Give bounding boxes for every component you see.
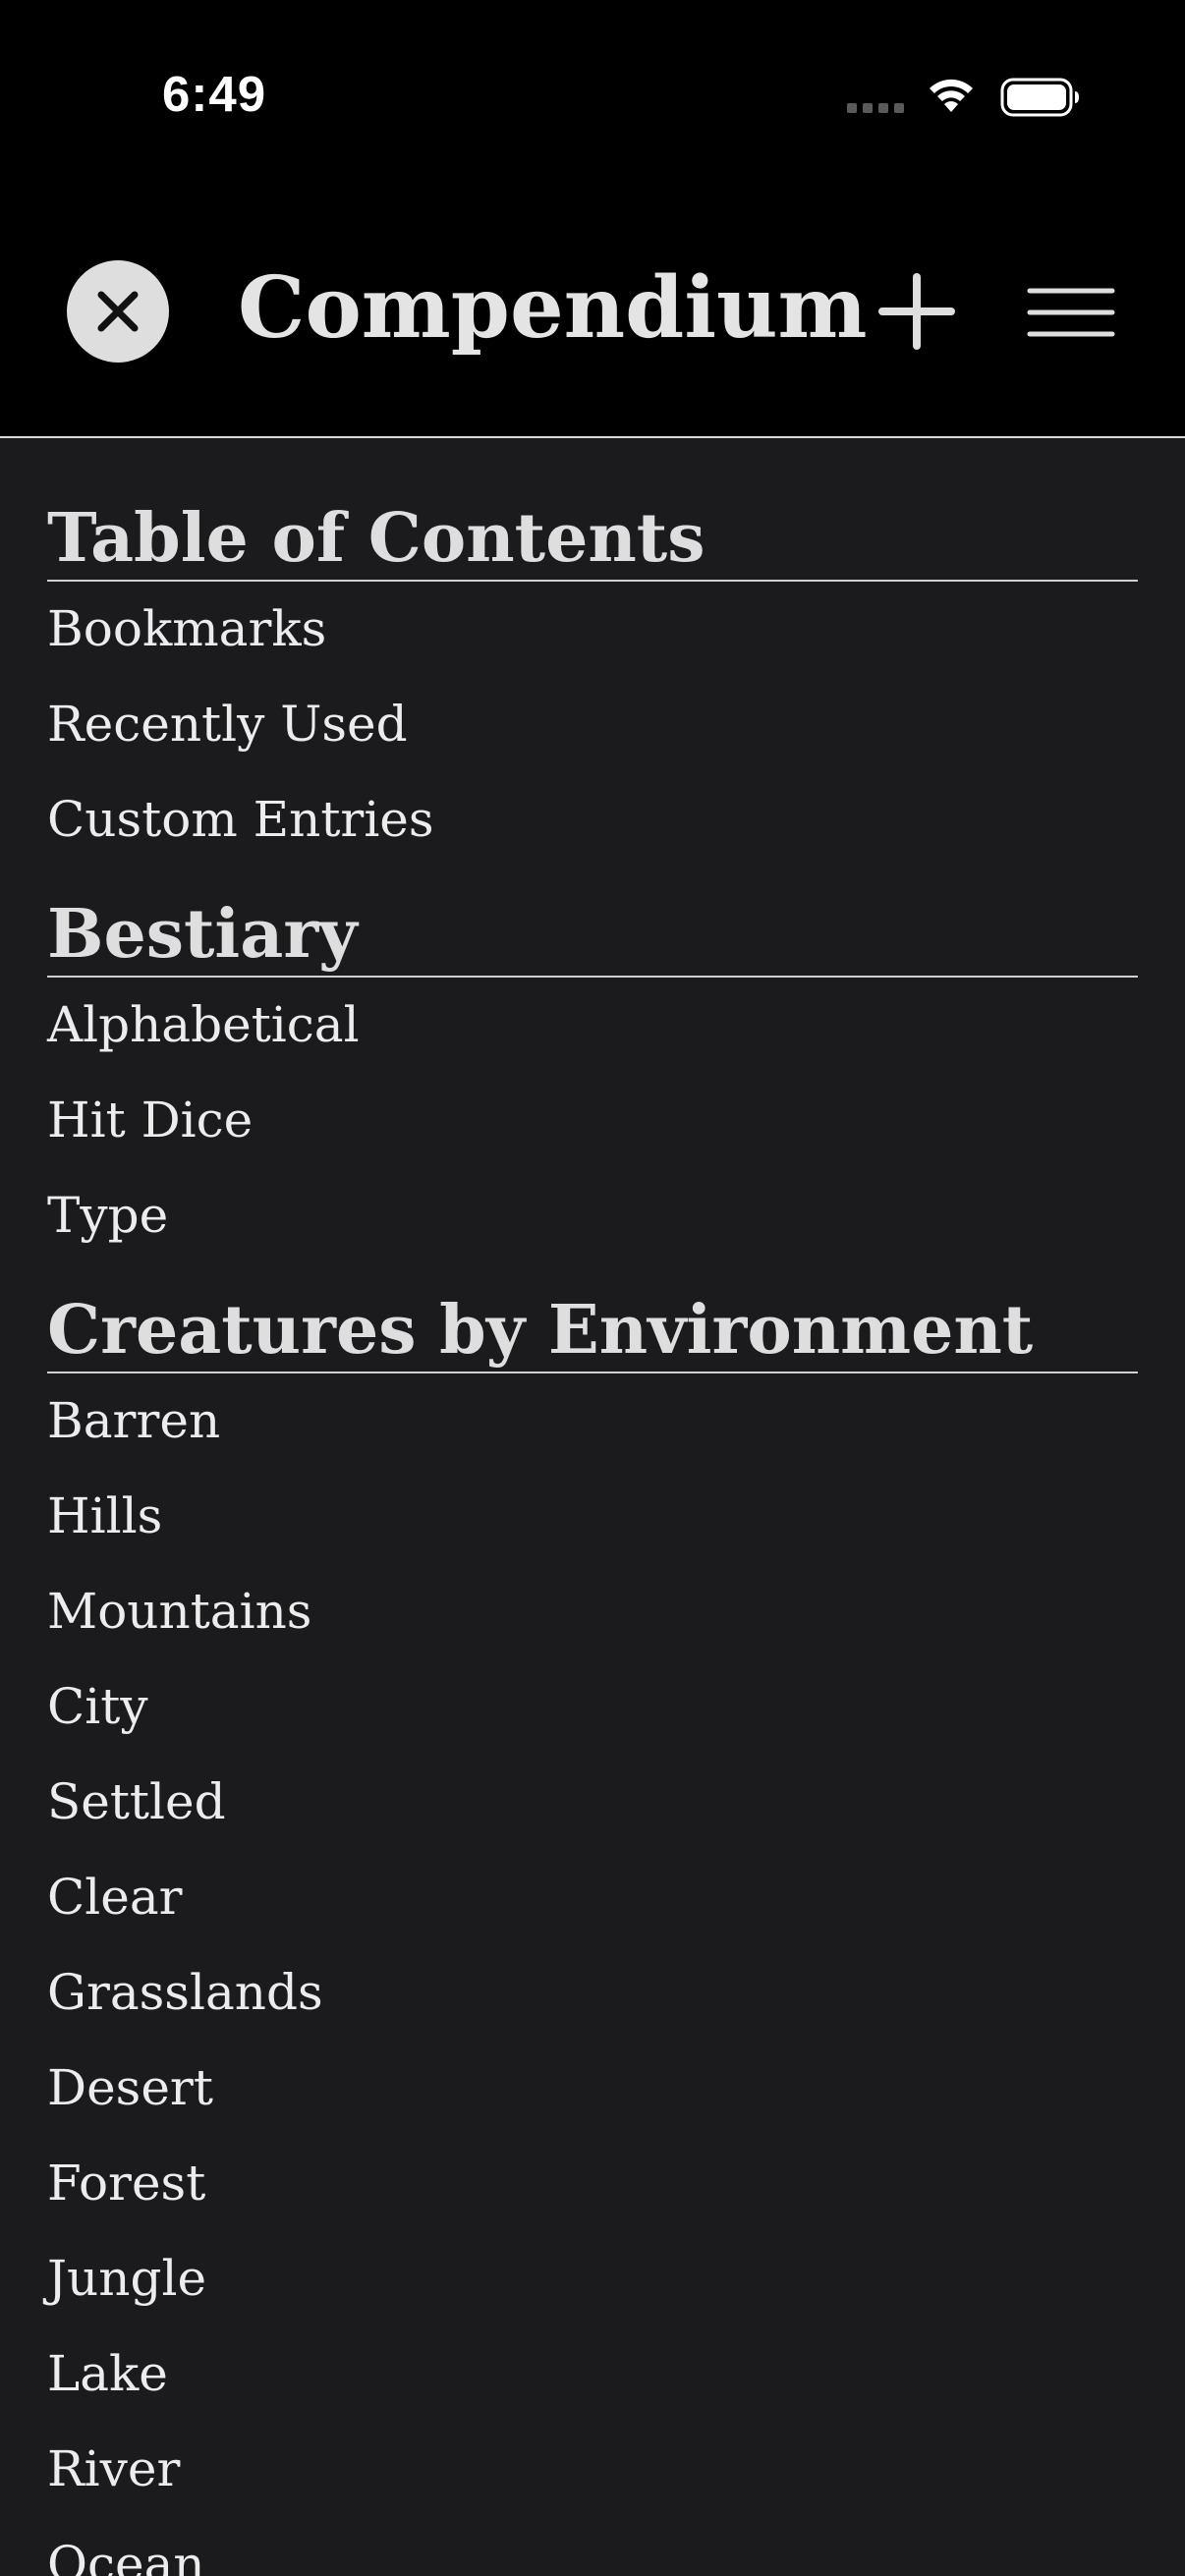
list-item-alphabetical[interactable]: Alphabetical [47, 978, 1138, 1073]
status-time: 6:49 [162, 66, 267, 122]
section-header: Bestiary [47, 901, 1138, 978]
status-bar: 6:49 [0, 0, 1185, 196]
section-creatures-by-environment: Creatures by Environment Barren Hills Mo… [47, 1297, 1138, 2576]
section-table-of-contents: Table of Contents Bookmarks Recently Use… [47, 505, 1138, 868]
list-item-mountains[interactable]: Mountains [47, 1564, 1138, 1659]
close-icon [97, 291, 139, 332]
section-header: Creatures by Environment [47, 1297, 1138, 1373]
list-item-custom-entries[interactable]: Custom Entries [47, 772, 1138, 868]
list-item-grasslands[interactable]: Grasslands [47, 1945, 1138, 2041]
list-item-type[interactable]: Type [47, 1168, 1138, 1263]
navigation-bar: Compendium [0, 196, 1185, 438]
section-header: Table of Contents [47, 505, 1138, 582]
list-item-ocean[interactable]: Ocean [47, 2517, 1138, 2576]
list-item-desert[interactable]: Desert [47, 2041, 1138, 2136]
menu-button[interactable] [1026, 283, 1116, 342]
section-bestiary: Bestiary Alphabetical Hit Dice Type [47, 901, 1138, 1263]
list-item-forest[interactable]: Forest [47, 2136, 1138, 2231]
list-item-recently-used[interactable]: Recently Used [47, 677, 1138, 772]
list-item-hit-dice[interactable]: Hit Dice [47, 1073, 1138, 1168]
list-item-clear[interactable]: Clear [47, 1850, 1138, 1945]
list-item-hills[interactable]: Hills [47, 1469, 1138, 1564]
list-item-lake[interactable]: Lake [47, 2326, 1138, 2422]
list-item-city[interactable]: City [47, 1659, 1138, 1755]
battery-icon [1000, 78, 1079, 117]
list-item-jungle[interactable]: Jungle [47, 2231, 1138, 2326]
plus-icon [878, 273, 955, 350]
page-title: Compendium [238, 258, 868, 358]
add-button[interactable] [876, 271, 957, 352]
list-item-river[interactable]: River [47, 2422, 1138, 2517]
hamburger-menu-icon [1027, 288, 1115, 337]
compendium-list[interactable]: Table of Contents Bookmarks Recently Use… [0, 438, 1185, 2576]
list-item-settled[interactable]: Settled [47, 1755, 1138, 1850]
cellular-signal-icon [847, 103, 904, 113]
list-item-barren[interactable]: Barren [47, 1373, 1138, 1469]
list-item-bookmarks[interactable]: Bookmarks [47, 582, 1138, 677]
close-button[interactable] [67, 260, 169, 363]
wifi-icon [930, 79, 973, 112]
